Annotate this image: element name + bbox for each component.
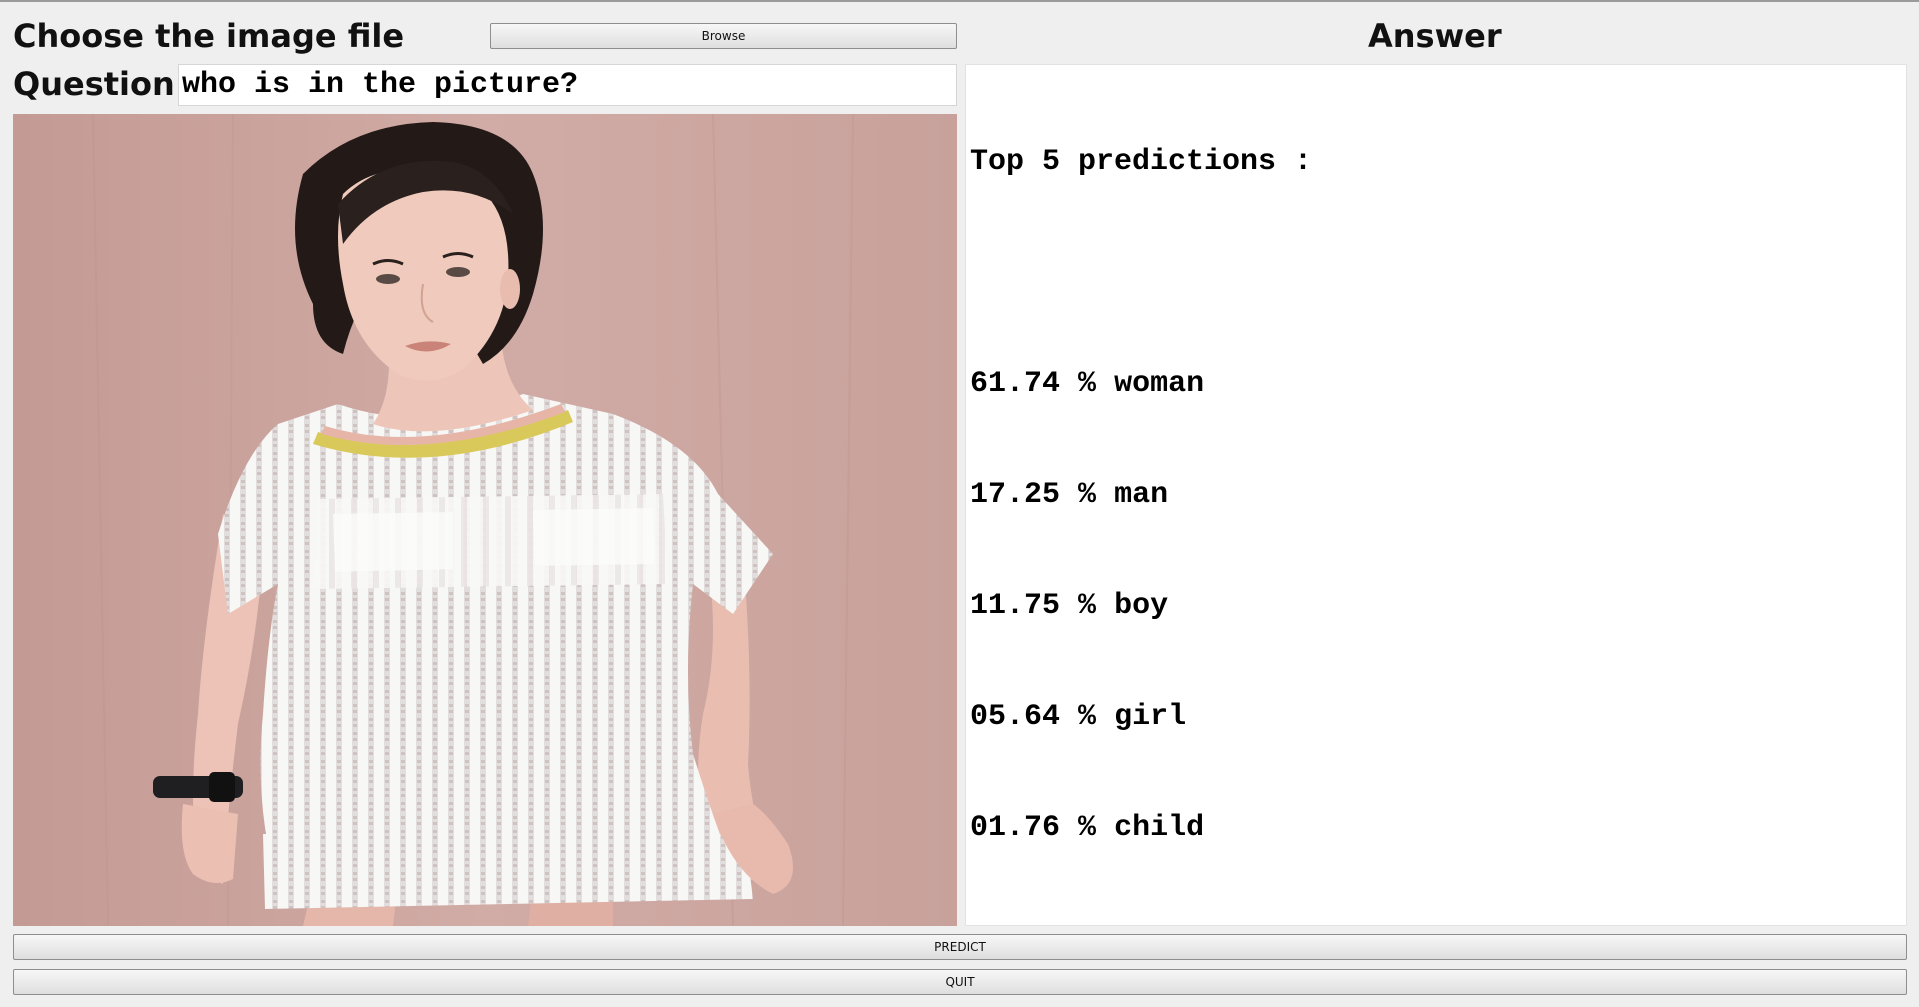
- answer-output: Top 5 predictions : 61.74 % woman 17.25 …: [965, 64, 1907, 926]
- woman-in-white-dress-image: [13, 114, 957, 926]
- percent-sign: %: [1078, 367, 1097, 401]
- prediction-label: man: [1114, 478, 1169, 512]
- vqa-app-window: Choose the image file Browse Question An…: [0, 0, 1919, 1007]
- selected-image-preview: [13, 114, 957, 926]
- prediction-percent: 01.76: [970, 811, 1061, 845]
- prediction-row: 11.75 % boy: [970, 588, 1906, 625]
- predictions-header: Top 5 predictions :: [970, 145, 1313, 179]
- prediction-label: boy: [1114, 589, 1169, 623]
- prediction-label: child: [1114, 811, 1205, 845]
- percent-sign: %: [1078, 478, 1097, 512]
- prediction-label: woman: [1114, 367, 1205, 401]
- percent-sign: %: [1078, 589, 1097, 623]
- prediction-percent: 11.75: [970, 589, 1061, 623]
- predict-button[interactable]: PREDICT: [13, 934, 1907, 960]
- prediction-row: 17.25 % man: [970, 477, 1906, 514]
- question-label: Question: [13, 65, 175, 103]
- prediction-percent: 05.64: [970, 700, 1061, 734]
- prediction-row: 01.76 % child: [970, 810, 1906, 847]
- prediction-row: 05.64 % girl: [970, 699, 1906, 736]
- prediction-percent: 17.25: [970, 478, 1061, 512]
- prediction-label: girl: [1114, 700, 1187, 734]
- choose-image-title: Choose the image file: [13, 17, 405, 55]
- prediction-percent: 61.74: [970, 367, 1061, 401]
- percent-sign: %: [1078, 700, 1097, 734]
- question-input[interactable]: [178, 64, 957, 106]
- quit-button[interactable]: QUIT: [13, 969, 1907, 995]
- prediction-row: 61.74 % woman: [970, 366, 1906, 403]
- percent-sign: %: [1078, 811, 1097, 845]
- answer-title: Answer: [1368, 17, 1502, 55]
- browse-button[interactable]: Browse: [490, 23, 957, 49]
